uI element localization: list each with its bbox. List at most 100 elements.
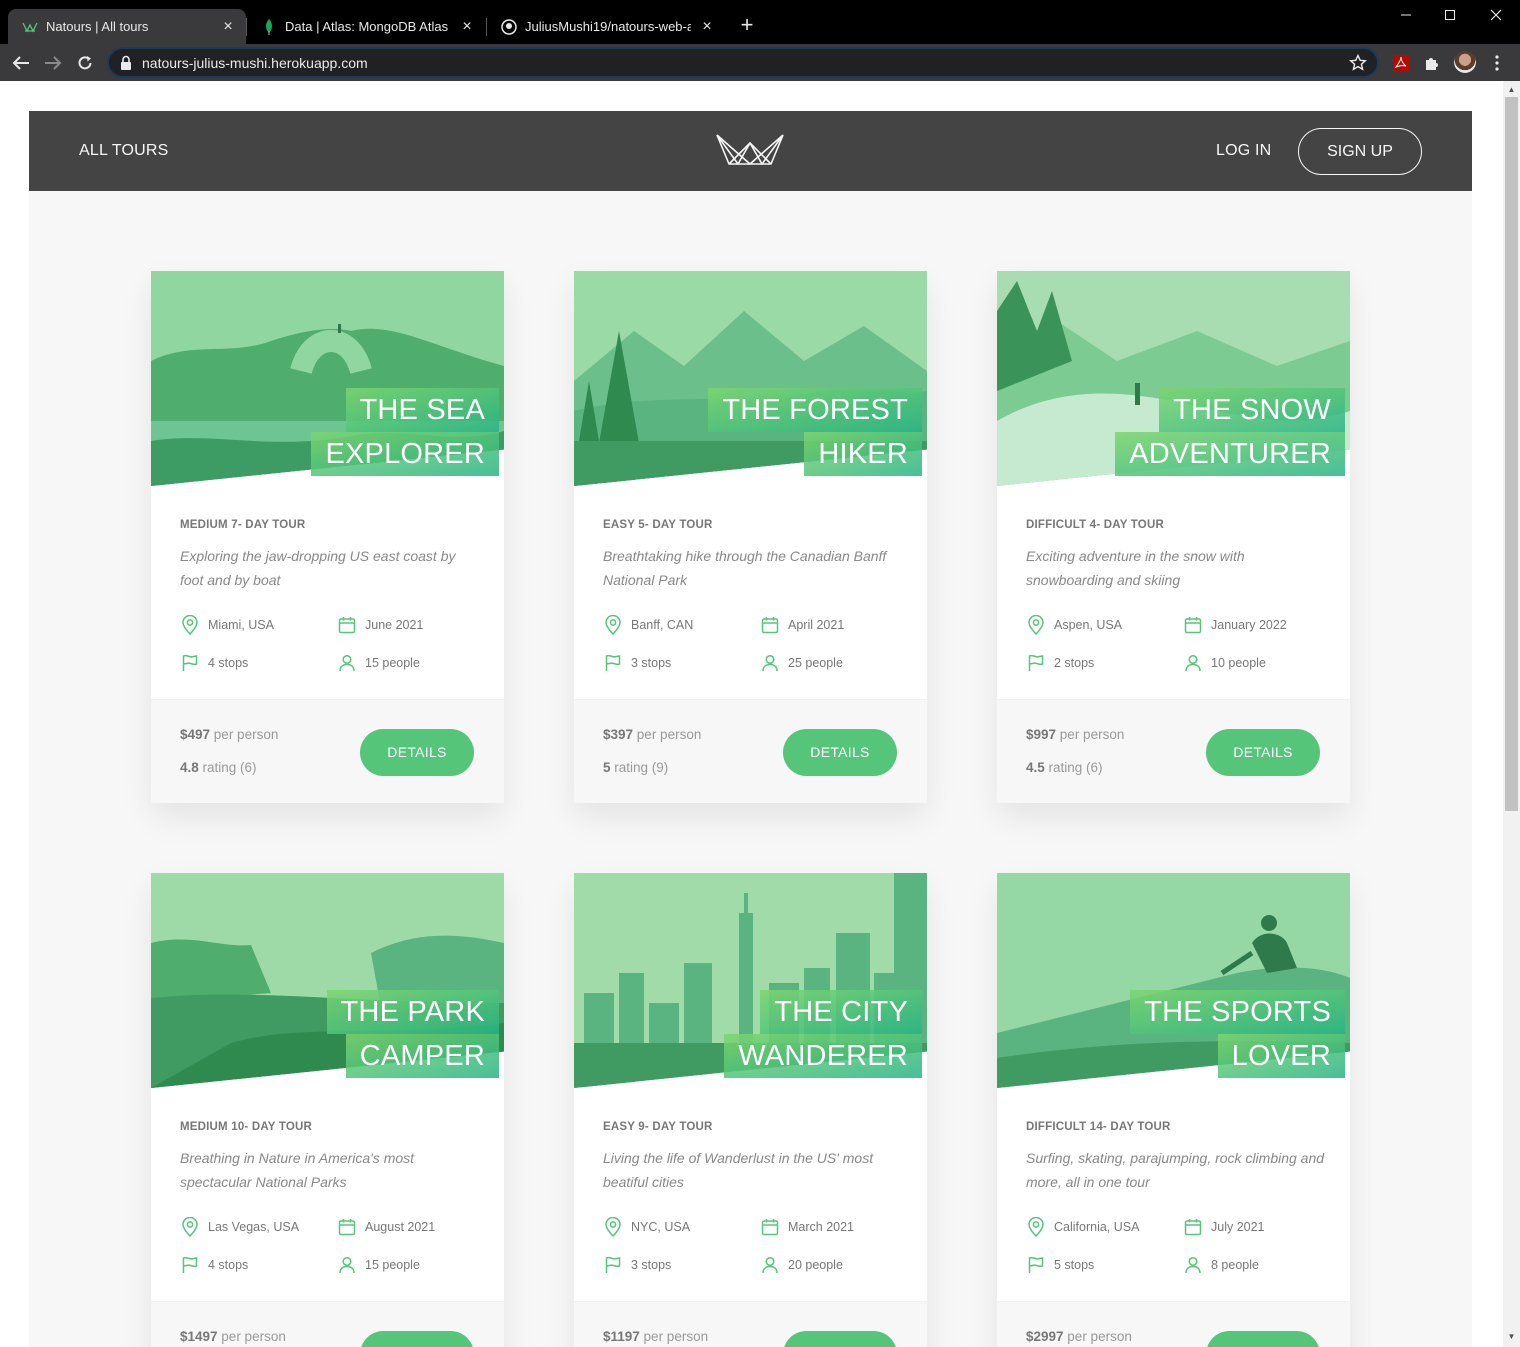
tour-price: $2997 per person bbox=[1026, 1329, 1132, 1344]
user-icon bbox=[337, 1255, 357, 1275]
profile-avatar[interactable] bbox=[1454, 51, 1476, 73]
tour-date-text: August 2021 bbox=[365, 1220, 436, 1234]
tour-price: $997 per person bbox=[1026, 727, 1124, 742]
tour-summary: Breathtaking hike through the Canadian B… bbox=[603, 548, 887, 588]
map-pin-icon bbox=[180, 615, 200, 635]
scroll-up-arrow-icon[interactable]: ▲ bbox=[1506, 84, 1517, 96]
tour-card-footer: $2997 per person DETAILS bbox=[997, 1301, 1350, 1347]
tour-group-size-text: 25 people bbox=[788, 656, 843, 670]
address-bar[interactable]: natours-julius-mushi.herokuapp.com bbox=[107, 47, 1379, 78]
tour-title: THE SPORTS LOVER bbox=[1130, 990, 1345, 1078]
tour-title-line: THE PARK bbox=[326, 990, 499, 1034]
tour-price-suffix: per person bbox=[1056, 727, 1125, 742]
mongodb-leaf-icon bbox=[261, 18, 277, 35]
tour-title: THE CITY WANDERER bbox=[724, 990, 922, 1078]
tour-stops-text: 3 stops bbox=[631, 1258, 672, 1272]
puzzle-extensions-icon[interactable] bbox=[1422, 53, 1442, 73]
scrollbar-thumb[interactable] bbox=[1505, 97, 1518, 811]
all-tours-link[interactable]: ALL TOURS bbox=[79, 142, 169, 160]
tour-date-text: January 2022 bbox=[1211, 618, 1287, 632]
login-link[interactable]: LOG IN bbox=[1216, 142, 1271, 160]
flag-icon bbox=[180, 653, 200, 673]
tour-group-size-text: 8 people bbox=[1211, 1258, 1259, 1272]
tour-group-size: 15 people bbox=[337, 1255, 420, 1275]
lock-icon bbox=[119, 55, 135, 71]
github-icon bbox=[501, 18, 517, 35]
tab-natours[interactable]: Natours | All tours × bbox=[8, 9, 246, 44]
new-tab-button[interactable]: + bbox=[737, 14, 757, 36]
natours-logo-icon[interactable] bbox=[715, 131, 785, 167]
details-button[interactable]: DETAILS bbox=[783, 729, 897, 776]
tour-summary: Living the life of Wanderlust in the US'… bbox=[603, 1150, 874, 1190]
map-pin-icon bbox=[1026, 1217, 1046, 1237]
tour-stops: 5 stops bbox=[1026, 1255, 1094, 1275]
back-arrow-icon[interactable] bbox=[9, 51, 33, 75]
details-button[interactable]: DETAILS bbox=[783, 1331, 897, 1347]
scroll-down-arrow-icon[interactable]: ▼ bbox=[1506, 1331, 1517, 1343]
tour-date: August 2021 bbox=[337, 1217, 435, 1237]
close-window-icon[interactable] bbox=[1486, 6, 1506, 26]
user-icon bbox=[760, 1255, 780, 1275]
maximize-icon[interactable] bbox=[1440, 6, 1460, 26]
tour-stops: 3 stops bbox=[603, 1255, 671, 1275]
tour-card-footer: $1197 per person DETAILS bbox=[574, 1301, 927, 1347]
tour-group-size: 20 people bbox=[760, 1255, 843, 1275]
close-tab-icon[interactable]: × bbox=[459, 18, 475, 35]
tour-date: June 2021 bbox=[337, 615, 423, 635]
details-button[interactable]: DETAILS bbox=[360, 729, 474, 776]
tour-rating-suffix: rating (9) bbox=[610, 760, 669, 775]
map-pin-icon bbox=[603, 1217, 623, 1237]
tour-location-text: Banff, CAN bbox=[631, 618, 694, 632]
tour-title-line: THE CITY bbox=[760, 990, 922, 1034]
pdf-extension-icon[interactable] bbox=[1391, 53, 1411, 73]
tab-title: JuliusMushi19/natours-web-app bbox=[525, 19, 691, 34]
kebab-menu-icon[interactable] bbox=[1487, 53, 1507, 73]
minimize-icon[interactable] bbox=[1396, 6, 1416, 26]
reload-icon[interactable] bbox=[73, 51, 97, 75]
tour-price-suffix: per person bbox=[210, 727, 279, 742]
calendar-icon bbox=[760, 615, 780, 635]
tour-price-suffix: per person bbox=[633, 727, 702, 742]
tour-card-footer: $1497 per person DETAILS bbox=[151, 1301, 504, 1347]
tour-stops-text: 4 stops bbox=[208, 656, 249, 670]
details-button[interactable]: DETAILS bbox=[1206, 729, 1320, 776]
tour-location-text: Aspen, USA bbox=[1054, 618, 1123, 632]
tour-rating-value: 5 bbox=[603, 760, 611, 775]
calendar-icon bbox=[760, 1217, 780, 1237]
tour-price-value: $497 bbox=[180, 727, 211, 742]
tour-date: April 2021 bbox=[760, 615, 844, 635]
bookmark-star-icon[interactable] bbox=[1349, 53, 1367, 72]
tour-group-size: 10 people bbox=[1183, 653, 1266, 673]
close-tab-icon[interactable]: × bbox=[699, 18, 715, 35]
tour-group-size-text: 20 people bbox=[788, 1258, 843, 1272]
tour-title-line: THE SNOW bbox=[1159, 388, 1345, 432]
tour-title: THE SEA EXPLORER bbox=[311, 388, 499, 476]
tour-card: THE CITY WANDERER EASY 9- DAY TOUR Livin… bbox=[574, 873, 927, 1347]
tour-title-line: ADVENTURER bbox=[1115, 432, 1345, 476]
url-text: natours-julius-mushi.herokuapp.com bbox=[142, 55, 368, 71]
tab-mongodb-atlas[interactable]: Data | Atlas: MongoDB Atlas × bbox=[247, 9, 485, 44]
tab-github[interactable]: JuliusMushi19/natours-web-app × bbox=[487, 9, 725, 44]
tab-title: Data | Atlas: MongoDB Atlas bbox=[285, 19, 449, 34]
tour-date-text: March 2021 bbox=[788, 1220, 855, 1234]
signup-button[interactable]: SIGN UP bbox=[1298, 128, 1422, 175]
calendar-icon bbox=[1183, 1217, 1203, 1237]
tour-date: March 2021 bbox=[760, 1217, 854, 1237]
tour-date-text: April 2021 bbox=[788, 618, 845, 632]
tour-card: THE PARK CAMPER MEDIUM 10- DAY TOUR Brea… bbox=[151, 873, 504, 1347]
tour-difficulty-duration: EASY 9- DAY TOUR bbox=[603, 1121, 713, 1133]
details-button[interactable]: DETAILS bbox=[1206, 1331, 1320, 1347]
tour-location-text: NYC, USA bbox=[631, 1220, 691, 1234]
tour-price-value: $2997 bbox=[1026, 1329, 1064, 1344]
calendar-icon bbox=[337, 1217, 357, 1237]
map-pin-icon bbox=[1026, 615, 1046, 635]
browser-tab-strip: Natours | All tours × Data | Atlas: Mong… bbox=[0, 0, 1520, 44]
close-tab-icon[interactable]: × bbox=[220, 18, 236, 35]
tour-title-line: THE FOREST bbox=[708, 388, 922, 432]
flag-icon bbox=[603, 653, 623, 673]
tour-card-footer: $397 per person 5 rating (9) DETAILS bbox=[574, 699, 927, 803]
forward-arrow-icon[interactable] bbox=[41, 51, 65, 75]
details-button[interactable]: DETAILS bbox=[360, 1331, 474, 1347]
tour-location: Las Vegas, USA bbox=[180, 1217, 299, 1237]
tour-location: Miami, USA bbox=[180, 615, 274, 635]
